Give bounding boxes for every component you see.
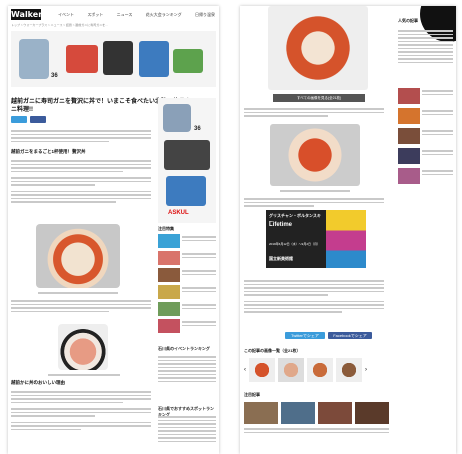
chevron-right-icon[interactable]: › [365, 358, 367, 382]
ad-subtitle: Lifetime [269, 222, 293, 228]
site-logo[interactable]: Walker [11, 9, 42, 20]
list-item[interactable] [158, 302, 216, 316]
article-body [11, 158, 151, 205]
product-ad-banner[interactable]: 36 [11, 31, 216, 87]
more-articles-heading: 注目記事 [244, 392, 260, 397]
article-body [244, 196, 384, 209]
thumbnail[interactable] [281, 402, 315, 424]
nav-item-news[interactable]: ニュース [117, 10, 133, 20]
list-item[interactable] [398, 128, 453, 144]
list-item[interactable] [398, 168, 453, 184]
ad-brand: ASKUL [168, 210, 189, 216]
list-item[interactable] [398, 88, 453, 104]
crab-dish-image[interactable] [270, 124, 360, 186]
list-item[interactable] [158, 251, 216, 265]
section-heading: 越前ガニをまるごと1杯使用！贅沢丼 [11, 149, 86, 154]
nav-item-spots[interactable]: スポット [87, 10, 103, 20]
ad-dates: 2019年6月12日（水）～9月2日（月） [269, 242, 321, 246]
seafood-bowl-image[interactable] [58, 324, 108, 370]
image-caption [280, 188, 350, 194]
image-caption [48, 372, 120, 378]
nav-item-events[interactable]: イベント [58, 10, 74, 20]
side-ad[interactable]: 36 ASKUL [158, 98, 216, 223]
product-image [103, 41, 133, 75]
more-articles-row [244, 402, 394, 424]
event-ad-banner[interactable]: グリスチャン・ボルタンスキー Lifetime 2019年6月12日（水）～9月… [266, 210, 366, 268]
facebook-share-button[interactable] [30, 116, 46, 123]
related-images-heading: この記事の画像一覧（全21枚） [244, 348, 301, 353]
crab-bowl-image[interactable] [36, 224, 120, 288]
article-body [11, 389, 151, 432]
list-item[interactable] [398, 148, 453, 164]
sidebar-feature-list [158, 234, 216, 336]
ad-image [326, 210, 366, 268]
product-image [139, 41, 169, 77]
chevron-left-icon[interactable]: ‹ [244, 358, 246, 382]
sidebar-heading: 石川県のイベントランキング [158, 346, 210, 351]
product-image [66, 45, 98, 73]
thumbnail[interactable] [318, 402, 352, 424]
list-item[interactable] [398, 108, 453, 124]
article-body [244, 278, 384, 315]
crab-dish-image[interactable] [268, 6, 368, 90]
list-item[interactable] [158, 268, 216, 282]
breadcrumb: トップ > ウォーカープラス > ニュース > 話題 > 越前ガニに寿司ガニを.… [11, 23, 108, 27]
sidebar-heading: 人気の記事 [398, 18, 418, 23]
related-images-row: ‹ › [244, 358, 394, 382]
more-articles-captions [244, 426, 389, 435]
right-article-page: すべての画像を見る(全21枚) グリスチャン・ボルタンスキー Lifetime … [240, 6, 456, 454]
product-image [164, 140, 210, 170]
product-image [173, 49, 203, 73]
global-nav: イベント スポット ニュース 花火大会ランキング 日帰り温泉 [58, 10, 215, 20]
list-item[interactable] [158, 234, 216, 248]
list-item[interactable] [158, 319, 216, 333]
left-article-page: Walker イベント スポット ニュース 花火大会ランキング 日帰り温泉 トッ… [8, 6, 219, 454]
image-caption [38, 290, 118, 296]
thumbnail[interactable] [307, 358, 333, 382]
nav-item-onsen[interactable]: 日帰り温泉 [195, 10, 215, 20]
section-heading: 越前かに丼のおいしい理由 [11, 380, 65, 385]
thumbnail[interactable] [355, 402, 389, 424]
thumbnail[interactable] [336, 358, 362, 382]
article-body [11, 128, 151, 144]
article-body [11, 298, 151, 314]
sidebar-article-list [398, 88, 453, 188]
product-number: 36 [51, 73, 58, 79]
ad-venue: 国立新美術館 [269, 256, 293, 261]
thumbnail[interactable] [278, 358, 304, 382]
product-image [19, 39, 49, 79]
sidebar-ranking-list [158, 414, 216, 444]
product-image [163, 104, 191, 132]
sidebar-heading: 注目特集 [158, 226, 174, 231]
view-all-images-button[interactable]: すべての画像を見る(全21枚) [273, 94, 365, 102]
article-body [244, 106, 384, 119]
sidebar-ranking-list [158, 354, 216, 384]
thumbnail[interactable] [249, 358, 275, 382]
twitter-share-button[interactable] [11, 116, 27, 123]
facebook-share-button[interactable]: Facebookでシェア [328, 332, 372, 339]
nav-item-fireworks[interactable]: 花火大会ランキング [146, 10, 182, 20]
product-image [166, 176, 206, 206]
thumbnail[interactable] [244, 402, 278, 424]
product-number: 36 [194, 126, 201, 132]
sidebar-link-list [398, 28, 453, 65]
twitter-share-button[interactable]: Twitterでシェア [285, 332, 325, 339]
list-item[interactable] [158, 285, 216, 299]
